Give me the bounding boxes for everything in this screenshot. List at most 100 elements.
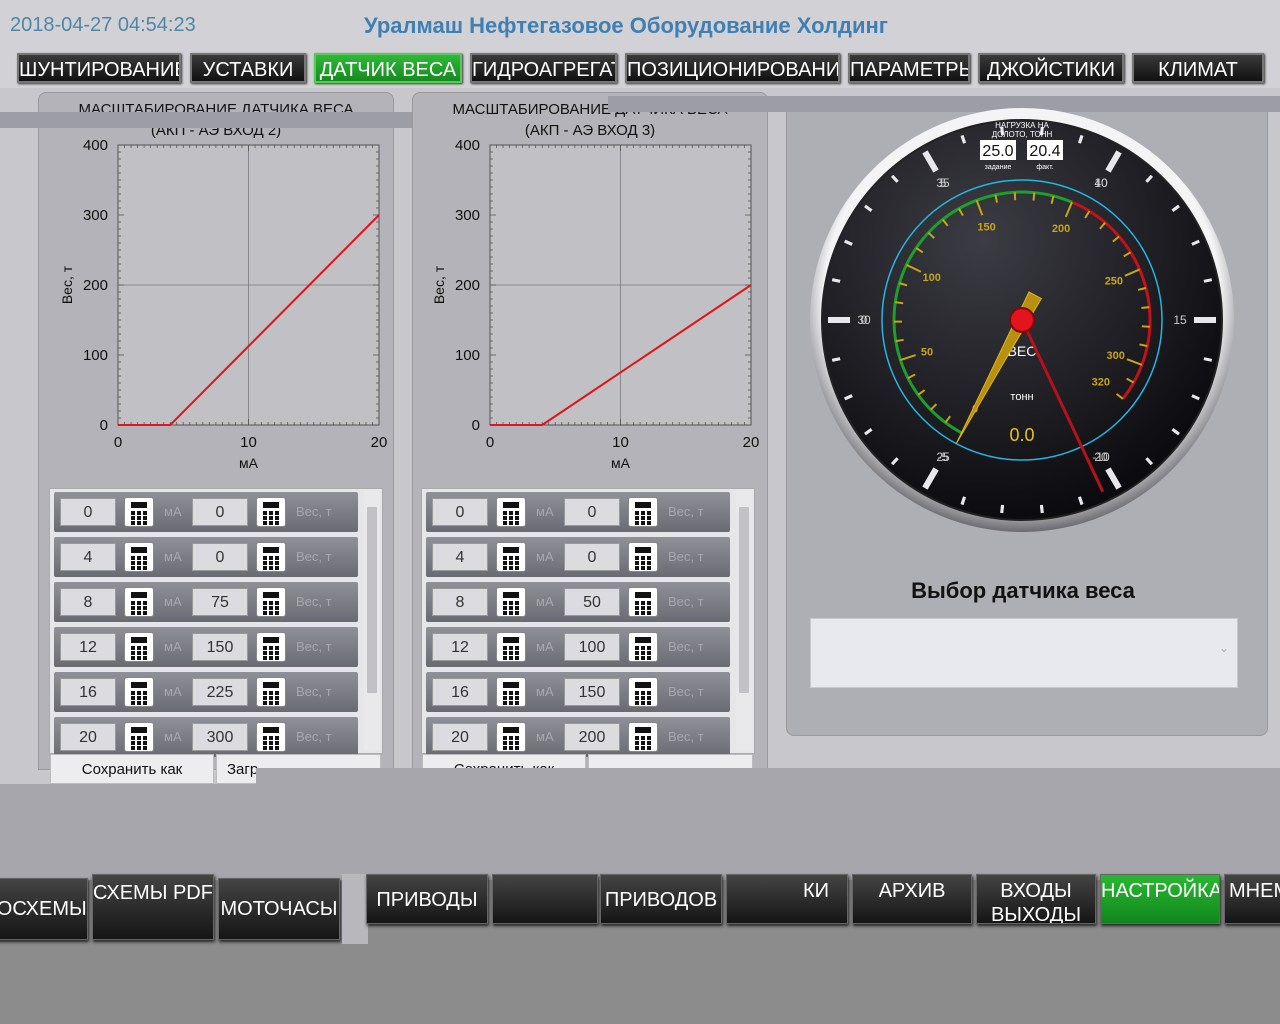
nav-inputs-outputs[interactable]: ВХОДЫ ВЫХОДЫ <box>976 874 1096 924</box>
x-tick-label: 0 <box>486 434 494 451</box>
weight-input[interactable]: 50 <box>564 588 620 616</box>
table-1-scroll-thumb[interactable] <box>367 507 377 693</box>
calculator-icon[interactable] <box>124 497 154 527</box>
table-2-scrollbar[interactable] <box>736 489 752 751</box>
ma-input[interactable]: 12 <box>60 633 116 661</box>
calculator-icon[interactable] <box>256 677 286 707</box>
calculator-icon[interactable] <box>256 587 286 617</box>
tab-climate[interactable]: КЛИМАТ <box>1132 53 1264 83</box>
weight-input[interactable]: 225 <box>192 678 248 706</box>
outer-tick <box>1203 357 1213 362</box>
calculator-icon[interactable] <box>124 587 154 617</box>
calculator-icon[interactable] <box>256 542 286 572</box>
ma-unit-label: мА <box>536 504 554 519</box>
ma-input[interactable]: 0 <box>432 498 488 526</box>
weight-unit-label: Вес, т <box>668 684 704 699</box>
table-row: 16 мА 225 Вес, т <box>54 672 358 712</box>
nav-drives-status[interactable]: ПРИВОДОВ <box>600 874 722 924</box>
weight-input[interactable]: 100 <box>564 633 620 661</box>
calculator-icon[interactable] <box>496 587 526 617</box>
calculator-icon[interactable] <box>256 497 286 527</box>
calculator-icon[interactable] <box>628 497 658 527</box>
weight-input[interactable]: 150 <box>564 678 620 706</box>
ma-input[interactable]: 20 <box>432 723 488 751</box>
nav-ki[interactable]: КИ <box>726 874 848 924</box>
chevron-down-icon: ⌄ <box>1218 641 1229 655</box>
inner-scale-label: 200 <box>1052 223 1070 235</box>
calculator-icon[interactable] <box>628 632 658 662</box>
ma-input[interactable]: 20 <box>60 723 116 751</box>
table-row: 20 мА 200 Вес, т <box>426 717 730 757</box>
ma-input[interactable]: 12 <box>432 633 488 661</box>
calculator-icon[interactable] <box>628 677 658 707</box>
ma-input[interactable]: 4 <box>60 543 116 571</box>
ma-input[interactable]: 16 <box>432 678 488 706</box>
nav-hydroschemes[interactable]: ІОСХЕМЫ <box>0 878 88 940</box>
nav-mnemo[interactable]: МНЕМ <box>1224 874 1280 924</box>
calculator-icon[interactable] <box>124 677 154 707</box>
weight-input[interactable]: 300 <box>192 723 248 751</box>
calculator-icon[interactable] <box>496 542 526 572</box>
y-tick-label: 300 <box>455 207 480 224</box>
calculator-icon[interactable] <box>496 497 526 527</box>
weight-input[interactable]: 75 <box>192 588 248 616</box>
ma-unit-label: мА <box>164 549 182 564</box>
weight-input[interactable]: 0 <box>564 543 620 571</box>
nav-moto-hours[interactable]: МОТОЧАСЫ <box>218 878 340 940</box>
ma-input[interactable]: 16 <box>60 678 116 706</box>
calculator-icon[interactable] <box>628 587 658 617</box>
tab-hydraulic-unit[interactable]: ГИДРОАГРЕГАТ <box>470 53 617 83</box>
calculator-icon[interactable] <box>124 632 154 662</box>
calculator-icon[interactable] <box>124 722 154 752</box>
calculator-icon[interactable] <box>496 677 526 707</box>
calculator-icon[interactable] <box>256 632 286 662</box>
ma-input[interactable]: 0 <box>60 498 116 526</box>
outer-scale-label: 15 <box>1173 313 1187 327</box>
nav-schemes-pdf[interactable]: СХЕМЫ PDF <box>92 874 214 940</box>
weight-input[interactable]: 0 <box>192 543 248 571</box>
save-as-button-1[interactable]: Сохранить как <box>50 754 214 784</box>
y-tick-label: 400 <box>83 137 108 154</box>
tab-shunting[interactable]: ШУНТИРОВАНИЕ <box>17 53 181 83</box>
weight-unit-label: Вес, т <box>668 549 704 564</box>
weight-input[interactable]: 0 <box>564 498 620 526</box>
y-tick-label: 0 <box>100 417 108 434</box>
nav-blank[interactable] <box>492 874 598 924</box>
calculator-icon[interactable] <box>124 542 154 572</box>
sensor-select-dropdown[interactable]: ⌄ <box>810 618 1238 688</box>
table-1-scrollbar[interactable] <box>364 489 380 751</box>
calculator-icon[interactable] <box>496 722 526 752</box>
ma-unit-label: мА <box>536 594 554 609</box>
calculator-icon[interactable] <box>496 632 526 662</box>
table-row: 8 мА 75 Вес, т <box>54 582 358 622</box>
weight-input[interactable]: 150 <box>192 633 248 661</box>
tab-setpoints[interactable]: УСТАВКИ <box>190 53 306 83</box>
ma-input[interactable]: 4 <box>432 543 488 571</box>
ma-input[interactable]: 8 <box>60 588 116 616</box>
outer-scale-label: 35 <box>936 176 950 190</box>
y-tick-label: 100 <box>455 347 480 364</box>
actual-value: 20.4 <box>1029 143 1060 160</box>
calculator-icon[interactable] <box>628 542 658 572</box>
tab-joysticks[interactable]: ДЖОЙСТИКИ <box>978 53 1124 83</box>
weight-input[interactable]: 0 <box>192 498 248 526</box>
gauge-readout: 0.0 <box>1009 425 1034 445</box>
calculator-icon[interactable] <box>628 722 658 752</box>
weight-input[interactable]: 200 <box>564 723 620 751</box>
x-tick-label: 20 <box>371 434 388 451</box>
tab-parameters[interactable]: ПАРАМЕТРЫ <box>848 53 970 83</box>
overlay-window-top <box>256 768 1280 784</box>
nav-archive[interactable]: АРХИВ <box>852 874 972 924</box>
tab-positioning[interactable]: ПОЗИЦИОНИРОВАНИЕ <box>625 53 840 83</box>
table-2-scroll-thumb[interactable] <box>739 507 749 693</box>
nav-drives[interactable]: ПРИВОДЫ <box>366 874 488 924</box>
inner-tick <box>1032 192 1036 201</box>
table-row: 20 мА 300 Вес, т <box>54 717 358 757</box>
calculator-icon[interactable] <box>256 722 286 752</box>
outer-scale-label: 20 <box>1094 450 1108 464</box>
y-tick-label: 0 <box>472 417 480 434</box>
nav-settings[interactable]: НАСТРОЙКА <box>1100 874 1220 924</box>
tab-weight-sensor[interactable]: ДАТЧИК ВЕСА <box>314 53 462 83</box>
ma-input[interactable]: 8 <box>432 588 488 616</box>
x-tick-label: 0 <box>114 434 122 451</box>
